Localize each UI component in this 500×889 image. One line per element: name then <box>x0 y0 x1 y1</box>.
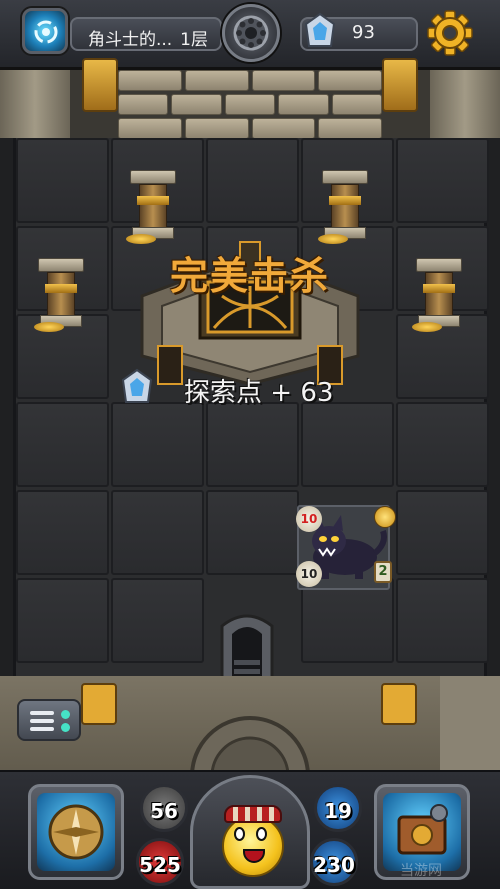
floor-tile[interactable] <box>16 578 109 663</box>
floor-tile[interactable] <box>396 138 489 223</box>
crystal-icon <box>121 368 153 403</box>
floor-edge-left <box>0 138 13 678</box>
monster-level-badge: 2 <box>374 561 392 583</box>
floor-tile[interactable] <box>206 490 299 575</box>
gold-stat: 230 <box>310 838 358 886</box>
floor-tile[interactable] <box>396 490 489 575</box>
skill-slot-left[interactable] <box>28 784 124 880</box>
floor-tile[interactable] <box>396 402 489 487</box>
location-pill[interactable]: 角斗士的... 1层 <box>70 17 222 51</box>
hero-headband <box>224 805 282 823</box>
gold-ornament-left <box>82 58 118 112</box>
kill-banner: 完美击杀 <box>169 254 330 298</box>
floor-tile[interactable] <box>16 402 109 487</box>
mana-stat: 19 <box>314 784 362 832</box>
compass-shield-icon <box>48 804 104 860</box>
sword-icon <box>374 506 396 528</box>
watermark: 当游网 <box>400 863 442 879</box>
hero-eye <box>234 827 245 841</box>
wall-bricks <box>118 94 383 115</box>
wall-bricks <box>118 118 382 139</box>
attack-stat: 56 <box>140 784 188 832</box>
floor-tile[interactable] <box>301 402 394 487</box>
upper-wall <box>0 70 500 139</box>
gear-icon[interactable] <box>426 9 474 57</box>
hero-eye <box>256 827 267 841</box>
portal-icon <box>34 20 58 44</box>
stairs-down-icon[interactable] <box>216 606 278 680</box>
hero-avatar <box>222 815 284 877</box>
wall-column-left <box>0 70 70 138</box>
floor-tile[interactable] <box>396 578 489 663</box>
location-title: 角斗士的... <box>88 30 173 50</box>
floor-label: 1层 <box>180 30 208 50</box>
floor-tile[interactable] <box>16 490 109 575</box>
gold-ornament-right <box>382 58 418 112</box>
floor-tile[interactable] <box>111 402 204 487</box>
wall-bricks <box>118 70 382 91</box>
monster-health-badge: 10 <box>296 561 322 587</box>
crystal-icon <box>304 12 336 47</box>
menu-button[interactable] <box>17 699 81 741</box>
floor-tile[interactable] <box>206 402 299 487</box>
floor-tile[interactable] <box>111 578 204 663</box>
portal-button[interactable] <box>22 8 68 54</box>
compass-disc-icon[interactable] <box>222 4 280 62</box>
floor-tile[interactable] <box>16 138 109 223</box>
health-stat: 525 <box>136 838 184 886</box>
floor-tile[interactable] <box>206 138 299 223</box>
wall-column-right <box>430 70 500 138</box>
floor-tile[interactable] <box>111 490 204 575</box>
reward-text: 探索点 + 63 <box>184 378 334 408</box>
monster-attack-badge: 10 <box>296 506 322 532</box>
explore-points-value: 93 <box>352 22 375 43</box>
